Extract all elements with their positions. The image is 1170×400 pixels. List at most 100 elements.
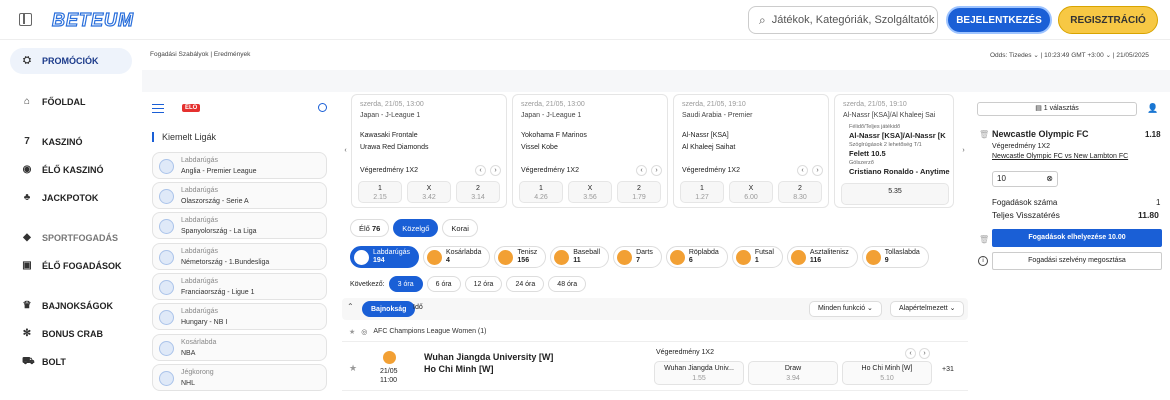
event-card[interactable]: szerda, 21/05, 19:10 Saudi Arabia - Prem… (673, 94, 829, 208)
sidebar-toggle-icon[interactable] (19, 13, 32, 26)
sport-baseball[interactable]: Baseball 11 (550, 246, 610, 268)
stake-input[interactable]: 10 ⊗ (992, 171, 1058, 187)
event-card[interactable]: szerda, 21/05, 13:00 Japan - J-League 1 … (512, 94, 668, 208)
live-badge[interactable]: ÉLŐ (182, 104, 201, 112)
sport-football[interactable]: Labdarúgás 194 (350, 246, 419, 268)
chevron-left-icon[interactable]: ‹ (905, 348, 916, 359)
odd-button[interactable]: Ho Chi Minh [W] 5.10 (842, 361, 932, 385)
odd-value: 6.00 (744, 194, 758, 201)
odd-button[interactable]: X 3.56 (568, 181, 612, 203)
sport-darts[interactable]: Darts 7 (613, 246, 662, 268)
sort-select[interactable]: Alapértelmezett ⌄ (890, 301, 965, 317)
sport-volleyball[interactable]: Röplabda 6 (665, 246, 728, 268)
selection-match-link[interactable]: Newcastle Olympic FC vs New Lambton FC (992, 153, 1128, 160)
football-icon (159, 310, 174, 325)
search-input[interactable]: ⌕ Játékok, Kategóriák, Szolgáltatók (748, 6, 938, 34)
sidebar-item-sportsbetting[interactable]: ◆ SPORTFOGADÁS (10, 225, 118, 251)
share-betslip-button[interactable]: Fogadási szelvény megosztása (992, 252, 1162, 270)
chevron-right-icon[interactable]: › (651, 165, 662, 176)
logo[interactable]: BETEUM (51, 9, 134, 31)
hours-option[interactable]: 3 óra (388, 276, 423, 292)
afc-logo: ◎ (361, 328, 368, 336)
league-item[interactable]: Labdarúgás Franciaország - Ligue 1 (152, 273, 327, 300)
odd-button[interactable]: 5.35 (841, 183, 949, 205)
sidebar-item-live-bets[interactable]: ▣ ÉLŐ FOGADÁSOK (10, 253, 121, 279)
register-button[interactable]: REGISZTRÁCIÓ (1058, 6, 1158, 34)
chevron-right-icon[interactable]: › (490, 165, 501, 176)
sidebar-item-leagues[interactable]: ♛ BAJNOKSÁGOK (10, 293, 114, 319)
info-icon[interactable]: i (978, 256, 988, 266)
hours-option[interactable]: 6 óra (426, 276, 461, 292)
odd-button[interactable]: 1 2.15 (358, 181, 402, 203)
star-icon[interactable]: ★ (349, 328, 355, 336)
odd-button[interactable]: 1 1.27 (680, 181, 724, 203)
odd-button[interactable]: X 6.00 (729, 181, 773, 203)
league-item[interactable]: Labdarúgás Németország - 1.Bundesliga (152, 243, 327, 270)
league-name: Anglia - Premier League (181, 168, 257, 175)
chevron-left-icon[interactable]: ‹ (475, 165, 486, 176)
sidebar-item-promotions[interactable]: ⛭ PROMÓCIÓK (10, 48, 132, 74)
event-card[interactable]: szerda, 21/05, 13:00 Japan - J-League 1 … (351, 94, 507, 208)
league-item[interactable]: Labdarúgás Anglia - Premier League (152, 152, 327, 179)
rules-links[interactable]: Fogadási Szabályok | Eredmények (150, 51, 250, 58)
sidebar-item-shop[interactable]: ⛟ BOLT (10, 349, 66, 375)
sidebar-item-home[interactable]: ⌂ FŐOLDAL (10, 89, 86, 115)
clear-icon[interactable]: ⊗ (1046, 172, 1053, 186)
competition-header[interactable]: ★ ◎ AFC Champions League Women (1) (342, 322, 968, 342)
sidebar-item-live-casino[interactable]: ◉ ÉLŐ KASZINÓ (10, 157, 104, 183)
trash-icon[interactable]: 🗑 (979, 130, 989, 139)
odd-button[interactable]: Wuhan Jiangda Univ... 1.55 (654, 361, 744, 385)
collapse-icon[interactable]: ⌃ (347, 302, 354, 311)
sidebar-item-label: PROMÓCIÓK (42, 56, 99, 66)
hours-option[interactable]: 24 óra (506, 276, 545, 292)
group-by-time[interactable]: Idő (413, 304, 423, 311)
chevron-left-icon[interactable]: ‹ (636, 165, 647, 176)
sidebar-item-bonus-crab[interactable]: ✻ BONUS CRAB (10, 321, 103, 347)
betslip-count[interactable]: ▤ 1 választás (977, 102, 1137, 116)
league-item[interactable]: Labdarúgás Spanyolország - La Liga (152, 212, 327, 239)
sport-badminton[interactable]: Tollaslabda 9 (861, 246, 929, 268)
odd-button[interactable]: Draw 3.94 (748, 361, 838, 385)
search-icon[interactable] (318, 103, 327, 112)
menu-icon[interactable] (152, 104, 164, 113)
chevron-right-icon[interactable]: › (812, 165, 823, 176)
tab-upcoming[interactable]: Közelgő (393, 219, 439, 237)
event-card-bet-builder[interactable]: szerda, 21/05, 19:10 Al-Nassr [KSA]/Al K… (834, 94, 954, 208)
function-select[interactable]: Minden funkció ⌄ (809, 301, 882, 317)
odd-button[interactable]: 2 1.79 (617, 181, 661, 203)
more-markets-link[interactable]: +31 (942, 366, 954, 373)
chevron-right-icon[interactable]: › (919, 348, 930, 359)
tab-early[interactable]: Korai (442, 219, 478, 237)
sport-futsal[interactable]: Futsal 1 (731, 246, 783, 268)
tab-live[interactable]: Élő 76 (350, 219, 390, 237)
odd-button[interactable]: 2 8.30 (778, 181, 822, 203)
place-bets-button[interactable]: Fogadások elhelyezése 10.00 (992, 229, 1162, 247)
sidebar-item-jackpots[interactable]: ♣ JACKPOTOK (10, 185, 99, 211)
login-button[interactable]: BEJELENTKEZÉS (946, 6, 1052, 34)
chevron-left-icon[interactable]: ‹ (797, 165, 808, 176)
odd-button[interactable]: 2 3.14 (456, 181, 500, 203)
odd-label: X (748, 185, 754, 192)
match-row[interactable]: ★ 21/05 11:00 Wuhan Jiangda University [… (342, 343, 968, 391)
sport-tennis[interactable]: Tenisz 156 (494, 246, 547, 268)
hours-option[interactable]: 12 óra (464, 276, 503, 292)
settings-bar[interactable]: Odds: Tizedes ⌄ | 10:23:49 GMT +3:00 ⌄ |… (990, 51, 1149, 59)
hours-option[interactable]: 48 óra (548, 276, 587, 292)
football-icon (159, 159, 174, 174)
star-icon[interactable]: ★ (349, 363, 357, 374)
odd-button[interactable]: 1 4.26 (519, 181, 563, 203)
group-by-league[interactable]: Bajnokság (362, 301, 416, 317)
league-item[interactable]: Jégkorong NHL (152, 364, 327, 391)
league-item[interactable]: Labdarúgás Olaszország - Serie A (152, 182, 327, 209)
chevron-right-icon[interactable]: › (958, 146, 969, 157)
sidebar-item-casino[interactable]: 7 KASZINÓ (10, 129, 82, 155)
odd-button[interactable]: X 3.42 (407, 181, 451, 203)
league-item[interactable]: Kosárlabda NBA (152, 334, 327, 361)
user-icon[interactable]: 👤 (1147, 103, 1158, 114)
trash-icon[interactable]: 🗑 (979, 235, 989, 244)
league-item[interactable]: Labdarúgás Hungary - NB I (152, 303, 327, 330)
sport-table-tennis[interactable]: Asztalitenisz 116 (786, 246, 858, 268)
chevron-left-icon[interactable]: ‹ (340, 146, 351, 157)
odd-label: 2 (637, 185, 641, 192)
sport-basketball[interactable]: Kosárlabda 4 (422, 246, 491, 268)
